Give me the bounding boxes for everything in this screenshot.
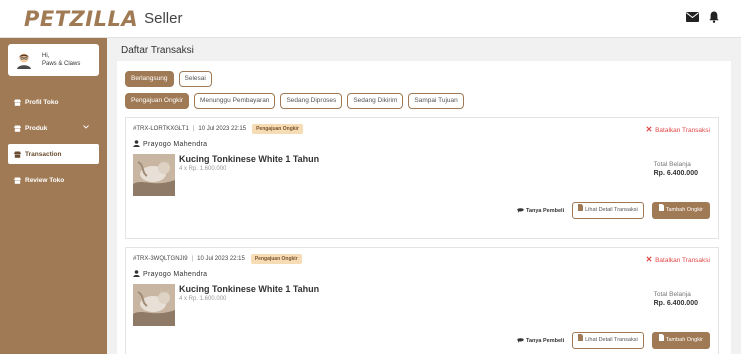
separator: |: [192, 126, 195, 132]
total-section: Total Belanja Rp. 6.400.000: [654, 290, 698, 308]
store-icon: [14, 177, 21, 184]
buyer-name: Prayogo Mahendra: [133, 270, 711, 279]
stage-tabs: Pengajuan Ongkir Menunggu Pembayaran Sed…: [125, 93, 719, 109]
product-info: Kucing Tonkinese White 1 Tahun 4 x Rp. 1…: [179, 154, 319, 196]
product-quantity: 4 x Rp. 1.600.000: [179, 166, 227, 172]
product-name[interactable]: Kucing Tonkinese White 1 Tahun: [179, 154, 319, 164]
transaction-meta: #TRX-3WQLTGNJI9 | 10 Jul 2023 22:15 Peng…: [133, 254, 711, 264]
bell-icon[interactable]: [709, 11, 719, 23]
add-shipping-label: Tambah Ongkir: [665, 337, 703, 343]
ask-buyer-button[interactable]: Tanya Pembeli: [517, 337, 564, 345]
total-amount: Rp. 6.400.000: [653, 300, 698, 307]
transaction-id: #TRX-3WQLTGNJI9: [133, 256, 188, 262]
sidebar-item-transaction[interactable]: Transaction: [8, 144, 99, 164]
user-icon: [133, 270, 143, 279]
chevron-down-icon[interactable]: [83, 124, 89, 131]
close-icon: [646, 126, 652, 134]
document-icon: [578, 203, 584, 218]
user-icon: [133, 140, 143, 149]
status-badge: Pengajuan Ongkir: [250, 254, 302, 264]
greeting: Hi, Paws & Claws: [42, 52, 80, 68]
document-icon: [658, 202, 664, 219]
tab-pengajuan-ongkir[interactable]: Pengajuan Ongkir: [125, 93, 190, 109]
status-badge: Pengajuan Ongkir: [252, 124, 303, 134]
mail-icon[interactable]: [686, 12, 699, 22]
tab-sedang-diproses[interactable]: Sedang Diproses: [280, 93, 343, 109]
buyer-label: Prayogo Mahendra: [143, 271, 208, 278]
product-row: Kucing Tonkinese White 1 Tahun 4 x Rp. 1…: [133, 284, 711, 326]
total-amount: Rp. 6.400.000: [653, 170, 698, 177]
close-icon: [646, 256, 652, 264]
document-icon: [578, 333, 584, 348]
sidebar-item-label: Transaction: [25, 150, 62, 158]
cancel-label: Batalkan Transaksi: [655, 256, 710, 264]
buyer-label: Prayogo Mahendra: [143, 141, 208, 148]
store-icon: [14, 151, 21, 158]
add-shipping-button[interactable]: Tambah Ongkir: [651, 202, 710, 219]
cancel-label: Batalkan Transaksi: [655, 126, 710, 134]
add-shipping-button[interactable]: Tambah Ongkir: [651, 332, 710, 349]
product-image[interactable]: [133, 154, 175, 196]
page-title: Daftar Transaksi: [121, 45, 194, 56]
product-info: Kucing Tonkinese White 1 Tahun 4 x Rp. 1…: [179, 284, 319, 326]
view-detail-label: Lihat Detail Transaksi: [585, 337, 638, 343]
product-name[interactable]: Kucing Tonkinese White 1 Tahun: [179, 284, 319, 294]
separator: |: [191, 256, 194, 262]
document-icon: [658, 332, 664, 349]
total-label: Total Belanja: [653, 291, 691, 298]
product-row: Kucing Tonkinese White 1 Tahun 4 x Rp. 1…: [133, 154, 711, 196]
avatar: [14, 50, 34, 70]
buyer-name: Prayogo Mahendra: [133, 140, 711, 149]
card-actions: Tanya Pembeli Lihat Detail Transaksi Tam…: [517, 332, 710, 349]
cancel-transaction-button[interactable]: Batalkan Transaksi: [646, 126, 710, 134]
view-detail-button[interactable]: Lihat Detail Transaksi: [572, 332, 644, 349]
brand-logo[interactable]: PETZILLA: [24, 7, 138, 31]
cancel-transaction-button[interactable]: Batalkan Transaksi: [646, 256, 710, 264]
sidebar-item-label: Produk: [25, 124, 48, 132]
tab-selesai[interactable]: Selesai: [178, 71, 212, 87]
product-image[interactable]: [133, 284, 175, 326]
tab-sedang-dikirim[interactable]: Sedang Dikirim: [347, 93, 404, 109]
profile-card[interactable]: Hi, Paws & Claws: [8, 44, 99, 76]
tab-menunggu-pembayaran[interactable]: Menunggu Pembayaran: [194, 93, 276, 109]
sidebar-item-review-toko[interactable]: Review Toko: [8, 170, 99, 190]
add-shipping-label: Tambah Ongkir: [665, 207, 703, 213]
total-section: Total Belanja Rp. 6.400.000: [654, 160, 698, 178]
sidebar-item-profil-toko[interactable]: Profil Toko: [8, 92, 99, 112]
view-detail-button[interactable]: Lihat Detail Transaksi: [572, 202, 644, 219]
status-tabs: Berlangsung Selesai: [125, 71, 719, 87]
chat-label: Tanya Pembeli: [526, 207, 565, 214]
product-quantity: 4 x Rp. 1.600.000: [179, 296, 227, 302]
greeting-text: Hi,: [42, 53, 50, 59]
store-icon: [14, 125, 21, 132]
transaction-card: #TRX-3WQLTGNJI9 | 10 Jul 2023 22:15 Peng…: [125, 247, 719, 354]
total-label: Total Belanja: [653, 161, 691, 168]
transaction-card: #TRX-LORTKXGLT1 | 10 Jul 2023 22:15 Peng…: [125, 117, 719, 239]
transaction-id: #TRX-LORTKXGLT1: [133, 126, 189, 132]
transaction-panel: Berlangsung Selesai Pengajuan Ongkir Men…: [117, 61, 731, 354]
chat-icon: [517, 337, 524, 345]
sidebar: Hi, Paws & Claws Profil Toko Produk Tran…: [0, 38, 107, 354]
chat-label: Tanya Pembeli: [526, 337, 565, 344]
header-icons: [686, 11, 719, 23]
brand-subtitle: Seller: [144, 10, 183, 27]
sidebar-item-produk[interactable]: Produk: [8, 118, 99, 138]
store-icon: [14, 99, 21, 106]
transaction-meta: #TRX-LORTKXGLT1 | 10 Jul 2023 22:15 Peng…: [133, 124, 711, 134]
transaction-date: 10 Jul 2023 22:15: [197, 256, 245, 262]
tab-sampai-tujuan[interactable]: Sampai Tujuan: [408, 93, 464, 109]
chat-icon: [517, 207, 524, 215]
tab-berlangsung[interactable]: Berlangsung: [125, 71, 174, 87]
view-detail-label: Lihat Detail Transaksi: [585, 207, 638, 213]
transaction-date: 10 Jul 2023 22:15: [198, 126, 247, 132]
ask-buyer-button[interactable]: Tanya Pembeli: [517, 207, 564, 215]
top-bar: PETZILLA Seller: [0, 0, 741, 38]
sidebar-item-label: Profil Toko: [25, 98, 59, 106]
sidebar-item-label: Review Toko: [25, 176, 65, 184]
store-name: Paws & Claws: [42, 61, 81, 67]
card-actions: Tanya Pembeli Lihat Detail Transaksi Tam…: [517, 202, 710, 219]
main-content: Daftar Transaksi Berlangsung Selesai Pen…: [107, 38, 741, 354]
